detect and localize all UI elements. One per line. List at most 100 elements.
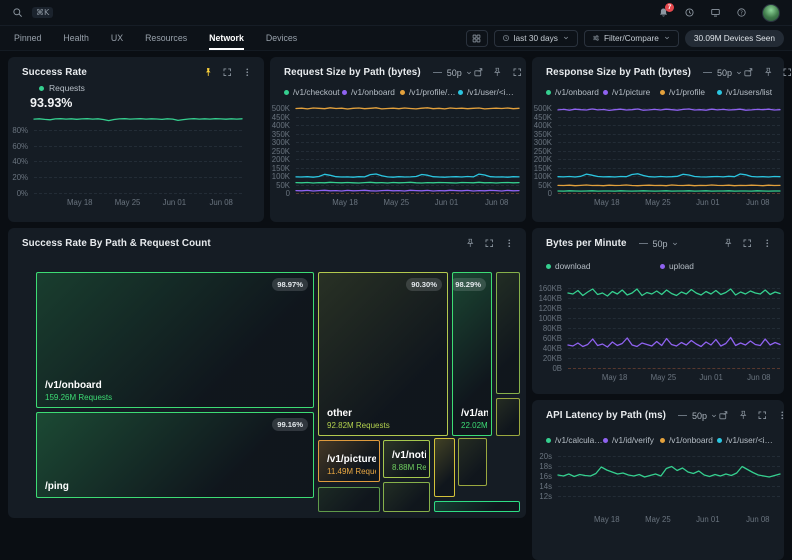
sliders-icon (592, 34, 600, 42)
treemap-tile[interactable] (434, 501, 520, 512)
time-range-value: last 30 days (514, 33, 558, 43)
success-rate-badge: 99.16% (272, 418, 308, 431)
tab-resources[interactable]: Resources (145, 26, 187, 50)
x-axis-label: Jun 08 (739, 373, 779, 382)
bytes-per-minute-line-chart: 160KB140KB120KB100KB80KB60KB40KB20KB0BMa… (532, 228, 784, 394)
tab-network[interactable]: Network (209, 26, 244, 50)
layout-grid-button[interactable] (466, 30, 488, 47)
tile-path: /v1/ana... (461, 408, 488, 419)
display-icon[interactable] (710, 7, 721, 18)
nav-controls: last 30 days Filter/Compare 30.09M Devic… (466, 30, 784, 47)
success-rate-badge: 90.30% (406, 278, 442, 291)
chevron-down-icon (562, 34, 570, 42)
tile-request-count: 159.26M Requests (45, 393, 310, 402)
tile-label: other 92.82M Requests (327, 408, 444, 430)
filter-compare-button[interactable]: Filter/Compare (584, 30, 679, 47)
treemap-tile[interactable]: 98.97% /v1/onboard 159.26M Requests (36, 272, 314, 408)
card-api-latency: API Latency by Path (ms) 50p /v1/calcula… (532, 400, 784, 560)
tab-health[interactable]: Health (63, 26, 88, 50)
tile-path: /v1/onboard (45, 380, 310, 391)
x-axis-label: May 18 (595, 373, 635, 382)
x-axis-label: Jun 08 (477, 198, 517, 207)
x-axis-label: Jun 01 (688, 198, 728, 207)
treemap: 98.97% /v1/onboard 159.26M Requests 99.16% /… (36, 272, 520, 512)
clock-icon (502, 34, 510, 42)
tile-label: /v1/ana...22.02M Re... (461, 408, 488, 430)
x-axis-label: Jun 08 (738, 198, 778, 207)
treemap-tile[interactable] (383, 482, 430, 512)
notifications-button[interactable]: 7 (658, 7, 669, 18)
treemap-tile[interactable] (318, 487, 380, 512)
x-axis-label: Jun 01 (427, 198, 467, 207)
chart-canvas (8, 57, 246, 197)
treemap-tile[interactable] (496, 398, 520, 436)
success-rate-line-chart: 80%60%40%20%0%May 18May 25Jun 01Jun 08 (8, 57, 264, 222)
card-actions (465, 238, 515, 249)
nav-tabs: Pinned Health UX Resources Network Devic… (14, 26, 297, 50)
treemap-tile[interactable] (496, 272, 520, 394)
treemap-tile[interactable] (434, 438, 455, 497)
x-axis-label: May 18 (587, 515, 627, 524)
tab-devices[interactable]: Devices (266, 26, 297, 50)
user-avatar[interactable] (762, 4, 780, 22)
x-axis-label: May 25 (108, 198, 148, 207)
request-size-line-chart: 500K450K400K350K300K250K200K150K100K50K0… (270, 57, 526, 222)
pin-icon[interactable] (465, 238, 476, 249)
series-line (568, 289, 780, 296)
response-size-line-chart: 500K450K400K350K300K250K200K150K100K50K0… (532, 57, 784, 222)
search-shortcut-chip[interactable]: ⌘K (32, 7, 53, 18)
treemap-tile[interactable]: 90.30% other 92.82M Requests (318, 272, 448, 436)
tab-ux[interactable]: UX (111, 26, 123, 50)
notification-badge: 7 (665, 3, 674, 12)
chart-canvas (532, 228, 784, 372)
topbar-icons: 7 (658, 4, 780, 22)
series-line (34, 119, 242, 121)
treemap-tile[interactable]: /v1/picture11.49M Requests (318, 440, 380, 482)
series-line (558, 185, 780, 186)
tile-path: /ping (45, 481, 310, 492)
devices-seen-badge[interactable]: 30.09M Devices Seen (685, 30, 784, 47)
series-line (558, 109, 780, 110)
grid-icon (471, 33, 482, 44)
x-axis-label: Jun 01 (691, 373, 731, 382)
series-line (296, 190, 519, 191)
tile-path: /v1/picture (327, 454, 376, 465)
series-line (558, 174, 780, 177)
tile-request-count: 92.82M Requests (327, 421, 444, 430)
treemap-tile[interactable]: 98.29% /v1/ana...22.02M Re... (452, 272, 492, 436)
topbar: ⌘K 7 (0, 0, 792, 26)
tile-label: /v1/picture11.49M Requests (327, 454, 376, 476)
card-bytes-per-minute: Bytes per Minute 50p downloadupload 160K… (532, 228, 784, 394)
tab-pinned[interactable]: Pinned (14, 26, 41, 50)
card-header: Success Rate By Path & Request Count (8, 228, 526, 249)
tile-label: /ping (45, 481, 310, 492)
expand-icon[interactable] (484, 238, 495, 249)
kebab-menu-icon[interactable] (504, 238, 515, 249)
tile-path: /v1/notifi... (392, 450, 426, 461)
series-line (568, 338, 780, 348)
x-axis-label: May 18 (587, 198, 627, 207)
help-icon[interactable] (736, 7, 747, 18)
history-clock-icon[interactable] (684, 7, 695, 18)
series-line (558, 467, 780, 478)
search-icon[interactable] (12, 7, 23, 18)
card-request-size: Request Size by Path (bytes) 50p /v1/che… (270, 57, 526, 222)
x-axis-label: May 25 (638, 515, 678, 524)
treemap-tile[interactable]: /v1/notifi...8.88M Requ... (383, 440, 430, 478)
chevron-down-icon (663, 34, 671, 42)
x-axis-label: Jun 01 (688, 515, 728, 524)
chart-canvas (270, 57, 523, 197)
time-range-dropdown[interactable]: last 30 days (494, 30, 578, 47)
x-axis-label: May 25 (638, 198, 678, 207)
success-rate-badge: 98.29% (452, 278, 486, 291)
tile-label: /v1/onboard 159.26M Requests (45, 380, 310, 402)
success-rate-badge: 98.97% (272, 278, 308, 291)
x-axis-label: May 25 (376, 198, 416, 207)
tile-path: other (327, 408, 444, 419)
x-axis-label: Jun 08 (201, 198, 241, 207)
x-axis-label: Jun 08 (738, 515, 778, 524)
treemap-tile[interactable] (458, 438, 487, 486)
treemap-tile[interactable]: 99.16% /ping (36, 412, 314, 498)
chart-canvas (532, 57, 784, 197)
x-axis-label: May 18 (325, 198, 365, 207)
